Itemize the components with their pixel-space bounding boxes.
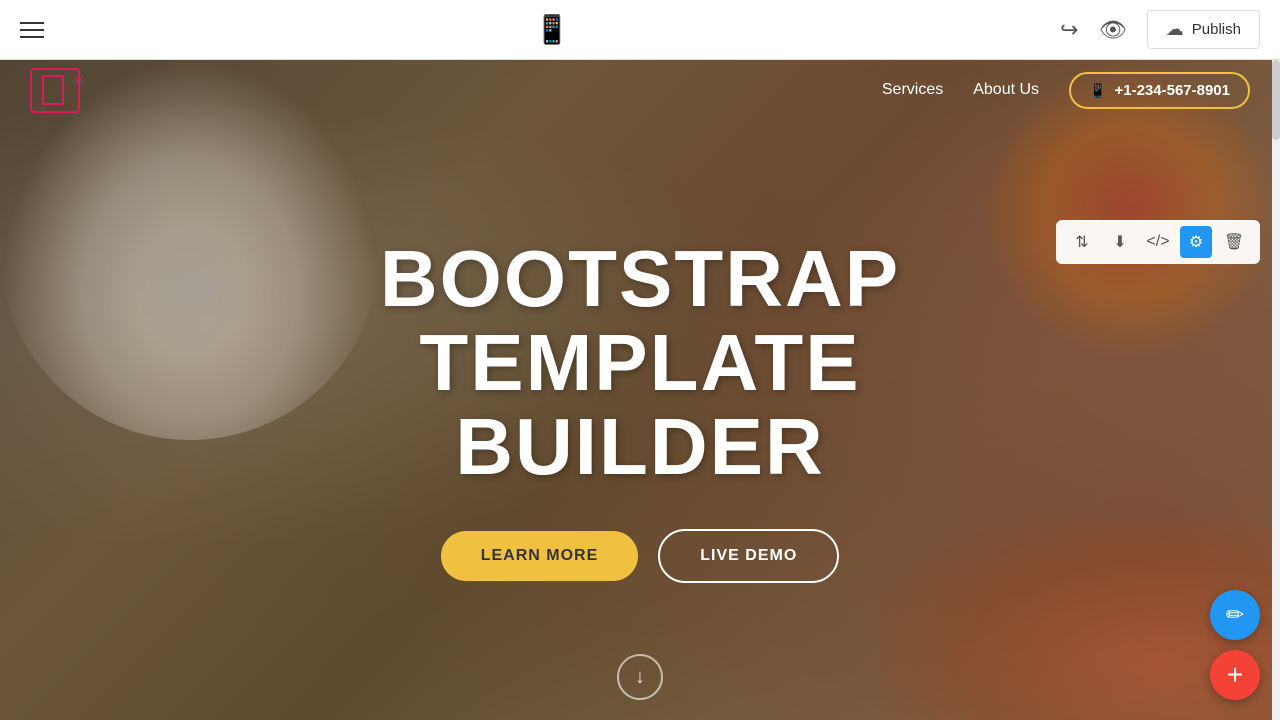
- delete-button[interactable]: 🗑: [1218, 226, 1250, 258]
- phone-button[interactable]: 📱 +1-234-567-8901: [1069, 72, 1250, 109]
- cloud-upload-icon: ☁: [1166, 19, 1184, 40]
- edit-fab-button[interactable]: ✏: [1210, 590, 1260, 640]
- mobile-preview-icon[interactable]: 📱: [535, 13, 570, 46]
- sort-button[interactable]: ⇅: [1066, 226, 1098, 258]
- site-nav-links: Services About Us 📱 +1-234-567-8901: [882, 72, 1250, 109]
- download-icon: ⬇: [1113, 232, 1126, 252]
- nav-services[interactable]: Services: [882, 81, 943, 99]
- trash-icon: 🗑: [1224, 232, 1244, 252]
- nav-about[interactable]: About Us: [973, 81, 1039, 99]
- logo-box: ✳: [30, 68, 80, 113]
- learn-more-button[interactable]: LEARN MORE: [441, 531, 639, 581]
- publish-label: Publish: [1192, 21, 1241, 38]
- phone-icon: 📱: [1089, 82, 1106, 99]
- plus-icon: +: [1227, 659, 1243, 691]
- logo-inner: [42, 75, 64, 105]
- settings-button[interactable]: ⚙: [1180, 226, 1212, 258]
- section-toolbar: ⇅ ⬇ </> ⚙ 🗑: [1056, 220, 1260, 264]
- hero-title-line2: TEMPLATE BUILDER: [419, 318, 860, 491]
- canvas: ✳ Services About Us 📱 +1-234-567-8901 ⇅: [0, 60, 1280, 720]
- arrow-down-icon: ↓: [635, 666, 645, 689]
- hero-content: BOOTSTRAP TEMPLATE BUILDER LEARN MORE LI…: [240, 237, 1040, 583]
- phone-number: +1-234-567-8901: [1114, 82, 1230, 99]
- live-demo-button[interactable]: LIVE DEMO: [658, 529, 839, 583]
- undo-icon[interactable]: ↩: [1060, 17, 1078, 43]
- site-nav: ✳ Services About Us 📱 +1-234-567-8901: [0, 60, 1280, 120]
- scroll-down-button[interactable]: ↓: [617, 654, 663, 700]
- top-toolbar: 📱 ↩ 👁 ☁ Publish: [0, 0, 1280, 60]
- logo-sun-icon: ✳: [71, 72, 86, 93]
- download-button[interactable]: ⬇: [1104, 226, 1136, 258]
- hero-title-line1: BOOTSTRAP: [380, 234, 900, 323]
- hamburger-menu[interactable]: [20, 22, 44, 38]
- sort-icon: ⇅: [1075, 232, 1088, 252]
- hero-section: ✳ Services About Us 📱 +1-234-567-8901 ⇅: [0, 60, 1280, 720]
- pencil-icon: ✏: [1226, 602, 1244, 628]
- preview-eye-icon[interactable]: 👁: [1099, 17, 1127, 43]
- hero-buttons: LEARN MORE LIVE DEMO: [240, 529, 1040, 583]
- hero-title: BOOTSTRAP TEMPLATE BUILDER: [240, 237, 1040, 489]
- settings-gear-icon: ⚙: [1189, 232, 1203, 252]
- publish-button[interactable]: ☁ Publish: [1147, 10, 1260, 49]
- fab-container: ✏ +: [1210, 590, 1260, 700]
- scrollbar[interactable]: [1272, 60, 1280, 720]
- code-button[interactable]: </>: [1142, 226, 1174, 258]
- add-fab-button[interactable]: +: [1210, 650, 1260, 700]
- site-logo[interactable]: ✳: [30, 68, 80, 113]
- website-preview: ✳ Services About Us 📱 +1-234-567-8901 ⇅: [0, 60, 1280, 720]
- code-icon: </>: [1146, 233, 1169, 251]
